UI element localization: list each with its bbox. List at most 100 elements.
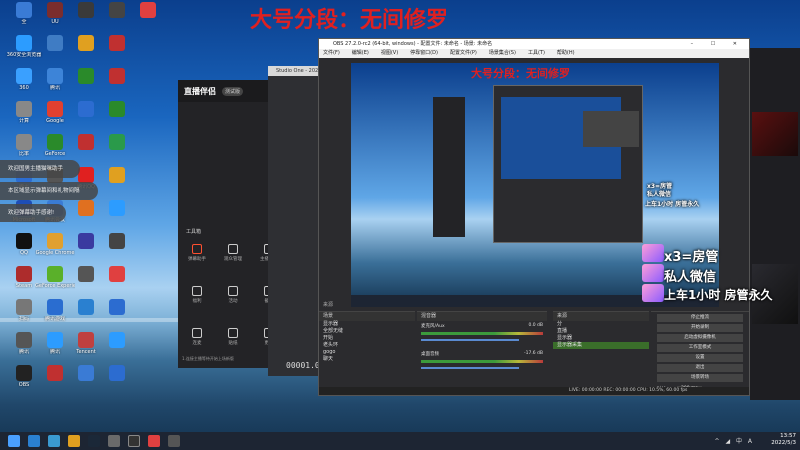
app-icon <box>47 233 63 249</box>
tool-icon <box>192 244 202 254</box>
control-button[interactable]: 工作室模式 <box>657 344 743 352</box>
control-button[interactable]: 场景转场 <box>657 374 743 382</box>
scene-item[interactable]: gogo <box>319 349 415 356</box>
folder-icon[interactable] <box>68 435 80 447</box>
companion-footer: 1.连接主播等待开始上场新版 <box>182 356 234 361</box>
app-icon <box>47 101 63 117</box>
desktop-icon[interactable] <box>97 266 137 300</box>
start-icon[interactable] <box>8 435 20 447</box>
badge-2 <box>642 264 664 282</box>
app-icon <box>47 2 63 18</box>
tools-title: 工具箱 <box>186 229 202 235</box>
app-icon <box>78 299 94 315</box>
app-icon <box>16 134 32 150</box>
source-item[interactable]: 显示器 <box>553 335 649 342</box>
controls-dock: 停止推流开始录制启动虚拟摄像机工作室模式设置退出场景转场 时长 300 ms <box>651 311 749 395</box>
small-overlay-3: 上车1小时 房管永久 <box>645 201 700 208</box>
scene-item[interactable]: 老头环 <box>319 342 415 349</box>
obs-taskbar-icon[interactable] <box>128 435 140 447</box>
obs-menu-item[interactable]: 工具(T) <box>528 49 545 58</box>
sources-header: 来源 <box>553 312 649 321</box>
app-red-icon[interactable] <box>148 435 160 447</box>
desktop-icon[interactable] <box>97 134 137 168</box>
desktop-icon[interactable] <box>97 299 137 333</box>
control-button[interactable]: 开始录制 <box>657 324 743 332</box>
app-icon[interactable] <box>108 435 120 447</box>
window-controls[interactable]: – ☐ ✕ <box>691 39 745 49</box>
source-item[interactable]: 显示器采集 <box>553 342 649 349</box>
app-icon <box>109 35 125 51</box>
source-item[interactable]: 分 <box>553 321 649 328</box>
scene-item[interactable]: 全部无缝 <box>319 328 415 335</box>
tool-item[interactable]: 连麦 <box>182 328 212 346</box>
app-icon <box>16 266 32 282</box>
desktop-icon[interactable] <box>97 167 137 201</box>
desktop-icon[interactable] <box>128 2 168 36</box>
control-button[interactable]: 停止推流 <box>657 314 743 322</box>
preview-title: 大号分段：无间修罗 <box>471 67 570 80</box>
app-icon <box>109 233 125 249</box>
controls-list: 停止推流开始录制启动虚拟摄像机 工作室模式设置退出场景转场 <box>651 314 749 382</box>
steam-icon[interactable] <box>88 435 100 447</box>
desktop-icon[interactable] <box>97 35 137 69</box>
source-item[interactable]: 直播 <box>553 328 649 335</box>
overlay-line-3: 上车1小时 房管永久 <box>664 288 773 302</box>
tool-icon <box>228 328 238 338</box>
mixer-header: 混音器 <box>417 312 547 321</box>
obs-menu-item[interactable]: 停靠窗口(D) <box>410 49 438 58</box>
volume-slider[interactable] <box>421 367 519 369</box>
browser-icon[interactable] <box>48 435 60 447</box>
tool-item[interactable]: 观众管理 <box>218 244 248 262</box>
sources-list: 分直播 显示器 显示器采集 <box>553 321 649 349</box>
control-button[interactable]: 退出 <box>657 364 743 372</box>
tool-item[interactable]: 活动 <box>218 286 248 304</box>
desktop-icon[interactable] <box>97 101 137 135</box>
app-icon <box>78 365 94 381</box>
control-button[interactable]: 设置 <box>657 354 743 362</box>
studio-window[interactable]: Studio One - 2022 00001.01 <box>268 66 325 376</box>
desktop-icon[interactable] <box>97 200 137 234</box>
obs-menu-item[interactable]: 帮助(H) <box>557 49 575 58</box>
overlay-title: 大号分段：无间修罗 <box>250 8 449 33</box>
obs-menu-item[interactable]: 编辑(E) <box>352 49 369 58</box>
tray-icons[interactable]: ^ ◢ 中 A <box>715 436 754 445</box>
obs-statusbar: LIVE: 00:00:00 REC: 00:00:00 CPU: 10.5%,… <box>319 387 749 395</box>
scene-item[interactable]: 聊天 <box>319 356 415 363</box>
control-button[interactable]: 启动虚拟摄像机 <box>657 334 743 342</box>
app-icon <box>78 2 94 18</box>
app-icon <box>78 167 94 183</box>
tool-item[interactable]: 贴纸 <box>218 328 248 346</box>
obs-menu-item[interactable]: 场景集合(S) <box>489 49 516 58</box>
mixer-dock: 混音器 麦克风/Aux 0.0 dB 桌面音频 -17.6 dB <box>417 311 547 395</box>
app-icon <box>47 134 63 150</box>
app-icon <box>16 2 32 18</box>
app-icon <box>109 167 125 183</box>
scenes-dock: 场景 显示器 全部无缝 开始 老头环 gogo 聊天 <box>319 311 415 395</box>
obs-menu-item[interactable]: 文件(F) <box>323 49 340 58</box>
scene-item[interactable]: 开始 <box>319 335 415 342</box>
desktop-icon[interactable] <box>97 233 137 267</box>
desktop-icon[interactable] <box>97 365 137 399</box>
scene-item[interactable]: 显示器 <box>319 321 415 328</box>
sources-toolbar-label: 来源 <box>323 302 334 308</box>
obs-menu-item[interactable]: 视图(V) <box>381 49 398 58</box>
app-icon <box>109 266 125 282</box>
tool-item[interactable]: 弹幕助手 <box>182 244 212 262</box>
app-icon <box>140 2 156 18</box>
volume-slider[interactable] <box>421 339 519 341</box>
tool-item[interactable]: 福利 <box>182 286 212 304</box>
obs-menu-item[interactable]: 配置文件(P) <box>450 49 477 58</box>
app-icon <box>16 68 32 84</box>
edge-icon[interactable] <box>28 435 40 447</box>
app-icon <box>16 35 32 51</box>
desktop-icon[interactable] <box>97 332 137 366</box>
desktop-icon[interactable] <box>97 68 137 102</box>
mixer-db: -17.6 dB <box>523 351 543 356</box>
clock[interactable]: 13:57 2022/5/3 <box>771 433 796 447</box>
app-icon <box>47 332 63 348</box>
app-icon <box>109 134 125 150</box>
right-thumb-1[interactable] <box>752 112 798 156</box>
app-grey-icon[interactable] <box>168 435 180 447</box>
app-icon <box>78 101 94 117</box>
obs-window[interactable]: OBS 27.2.0-rc2 (64-bit, windows) - 配置文件:… <box>318 38 750 396</box>
